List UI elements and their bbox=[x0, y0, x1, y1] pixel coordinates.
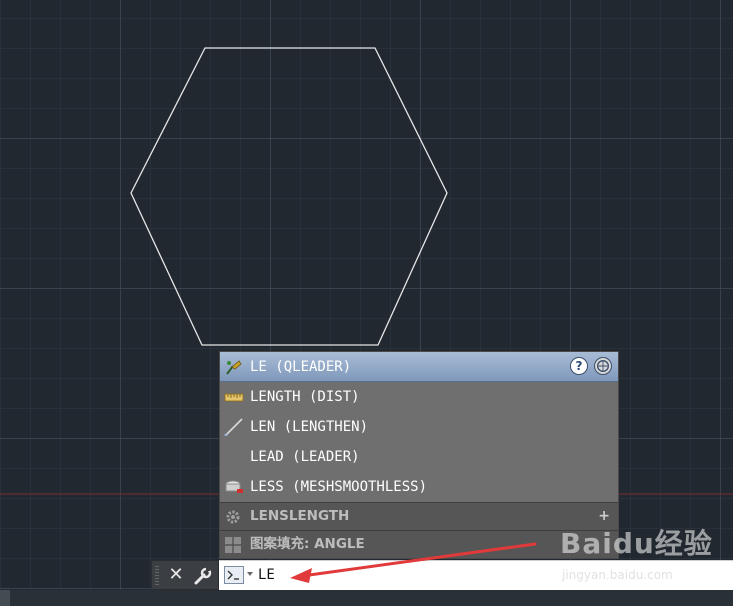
drag-grip-icon[interactable] bbox=[155, 565, 159, 585]
status-tab[interactable] bbox=[0, 590, 10, 606]
wrench-icon[interactable] bbox=[192, 565, 214, 587]
autocomplete-item-leader[interactable]: LEAD (LEADER) bbox=[220, 442, 618, 472]
command-line-handle[interactable]: ✕ bbox=[151, 560, 219, 590]
autocomplete-item-meshsmoothless[interactable]: LESS (MESHSMOOTHLESS) bbox=[220, 472, 618, 502]
autocomplete-item-label: LEAD (LEADER) bbox=[250, 449, 360, 465]
close-button[interactable]: ✕ bbox=[166, 564, 186, 586]
lengthen-line-icon bbox=[224, 418, 243, 436]
autocomplete-item-label: LESS (MESHSMOOTHLESS) bbox=[250, 479, 428, 495]
section-label: LENSLENGTH bbox=[250, 508, 350, 524]
hatch-pattern-icon bbox=[225, 537, 241, 553]
ruler-icon bbox=[224, 393, 244, 402]
gear-icon bbox=[226, 510, 240, 524]
autocomplete-section-system-variables[interactable]: LENSLENGTH + bbox=[220, 502, 618, 530]
hexagon-shape[interactable] bbox=[130, 47, 448, 346]
watermark-logo: Baidu经验 jingyan.baidu.com bbox=[560, 522, 713, 592]
autocomplete-item-lengthen[interactable]: LEN (LENGTHEN) bbox=[220, 412, 618, 442]
command-prompt-icon[interactable] bbox=[224, 566, 244, 584]
qleader-icon bbox=[226, 360, 242, 375]
command-input[interactable] bbox=[258, 564, 458, 586]
autocomplete-item-length[interactable]: LENGTH (DIST) bbox=[220, 382, 618, 412]
autocomplete-item-label: LE (QLEADER) bbox=[250, 359, 352, 375]
command-autocomplete-list: LE (QLEADER) ? LENGTH (DIST) LEN (LENGTH… bbox=[219, 351, 619, 559]
autocomplete-item-label: LEN (LENGTHEN) bbox=[250, 419, 369, 435]
autocomplete-section-hatch[interactable]: 图案填充: ANGLE bbox=[220, 530, 618, 558]
mesh-smooth-less-icon bbox=[225, 480, 243, 493]
watermark-logo-text: Baidu经验 bbox=[560, 527, 713, 560]
watermark-url: jingyan.baidu.com bbox=[562, 568, 673, 582]
autocomplete-item-label: LENGTH (DIST) bbox=[250, 389, 360, 405]
autocomplete-item-qleader[interactable]: LE (QLEADER) ? bbox=[220, 352, 618, 382]
status-bar bbox=[0, 590, 733, 606]
web-search-icon[interactable] bbox=[594, 357, 612, 375]
help-icon[interactable]: ? bbox=[570, 357, 588, 375]
section-label: 图案填充: ANGLE bbox=[250, 536, 365, 552]
chevron-down-icon[interactable] bbox=[247, 572, 253, 576]
